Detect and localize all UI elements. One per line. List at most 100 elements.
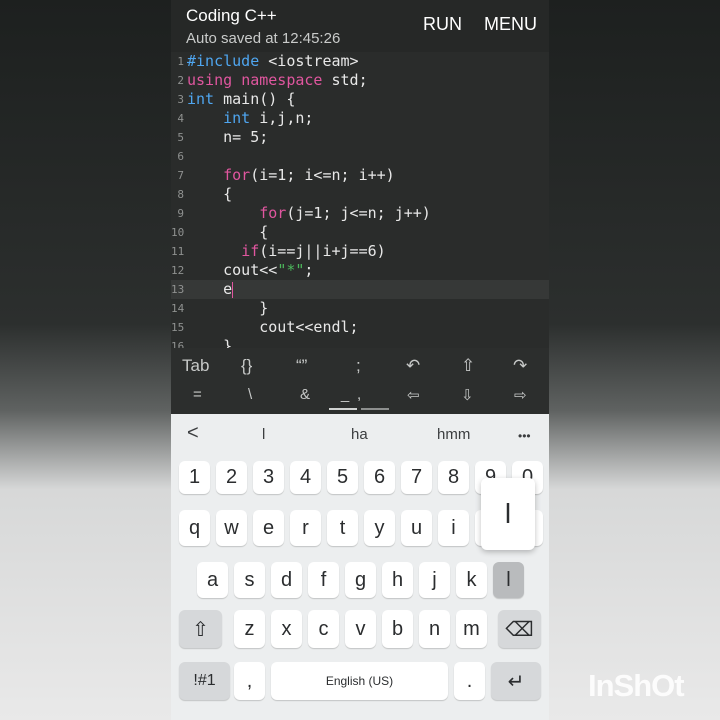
key-y[interactable]: y bbox=[364, 510, 395, 546]
comma-underline bbox=[361, 408, 389, 410]
key-q[interactable]: q bbox=[179, 510, 210, 546]
key-u[interactable]: u bbox=[401, 510, 432, 546]
key-preview-popup: l bbox=[481, 478, 535, 550]
arrow-down-icon[interactable]: ⇩ bbox=[461, 386, 474, 404]
code-text: n= 5; bbox=[187, 128, 269, 146]
code-line: 12 cout<<"*"; bbox=[171, 261, 549, 280]
run-button[interactable]: RUN bbox=[423, 14, 462, 35]
key-h[interactable]: h bbox=[382, 562, 413, 598]
current-code-line: 13 e bbox=[171, 280, 549, 299]
period-key[interactable]: . bbox=[454, 662, 485, 700]
key-r[interactable]: r bbox=[290, 510, 321, 546]
key-g[interactable]: g bbox=[345, 562, 376, 598]
key-l[interactable]: l bbox=[493, 562, 524, 598]
code-line: 6 bbox=[171, 147, 549, 166]
key-4[interactable]: 4 bbox=[290, 461, 321, 494]
soft-keyboard: < l ha hmm ••• 1 2 3 4 5 6 7 8 9 0 q w e… bbox=[171, 414, 549, 720]
key-5[interactable]: 5 bbox=[327, 461, 358, 494]
key-e[interactable]: e bbox=[253, 510, 284, 546]
code-line: 5 n= 5; bbox=[171, 128, 549, 147]
line-number: 5 bbox=[177, 131, 184, 144]
key-3[interactable]: 3 bbox=[253, 461, 284, 494]
line-number: 10 bbox=[171, 226, 185, 239]
symbols-button[interactable]: !#1 bbox=[179, 662, 230, 700]
line-number: 9 bbox=[177, 207, 184, 220]
line-number: 12 bbox=[171, 264, 185, 277]
text-cursor bbox=[232, 281, 234, 298]
more-options-icon[interactable]: ••• bbox=[518, 429, 531, 443]
suggestion-1[interactable]: l bbox=[262, 426, 265, 443]
semicolon-key[interactable]: ; bbox=[356, 356, 361, 376]
code-text: for(j=1; j<=n; j++) bbox=[259, 204, 431, 222]
redo-icon[interactable]: ↷ bbox=[513, 356, 527, 376]
key-1[interactable]: 1 bbox=[179, 461, 210, 494]
code-line: 11 if(i==j||i+j==6) bbox=[171, 242, 549, 261]
app-title: Coding C++ bbox=[186, 6, 277, 25]
key-z[interactable]: z bbox=[234, 610, 265, 648]
menu-button[interactable]: MENU bbox=[484, 14, 537, 35]
line-number: 2 bbox=[177, 74, 184, 87]
suggestion-3[interactable]: hmm bbox=[437, 426, 470, 443]
underscore-key[interactable]: _ bbox=[334, 386, 356, 403]
suggestion-2[interactable]: ha bbox=[351, 426, 368, 443]
code-text: #include <iostream> bbox=[187, 52, 359, 70]
code-text: { bbox=[187, 223, 269, 241]
key-s[interactable]: s bbox=[234, 562, 265, 598]
arrow-left-icon[interactable]: ⇦ bbox=[407, 386, 420, 404]
key-8[interactable]: 8 bbox=[438, 461, 469, 494]
braces-key[interactable]: {} bbox=[241, 356, 252, 376]
key-d[interactable]: d bbox=[271, 562, 302, 598]
undo-icon[interactable]: ↶ bbox=[406, 356, 420, 376]
code-line: 16 } bbox=[171, 337, 549, 348]
line-number: 3 bbox=[177, 93, 184, 106]
space-bar[interactable]: English (US) bbox=[271, 662, 448, 700]
phone-screen: Coding C++ Auto saved at 12:45:26 RUN ME… bbox=[171, 0, 549, 720]
line-number: 11 bbox=[171, 245, 185, 258]
line-number: 1 bbox=[177, 55, 184, 68]
key-w[interactable]: w bbox=[216, 510, 247, 546]
code-text: cout<<"*"; bbox=[187, 261, 314, 279]
equals-key[interactable]: = bbox=[193, 386, 202, 403]
arrow-up-icon[interactable]: ⇧ bbox=[461, 356, 475, 376]
code-text: e bbox=[187, 280, 234, 298]
key-6[interactable]: 6 bbox=[364, 461, 395, 494]
backslash-key[interactable]: \ bbox=[248, 386, 252, 403]
shift-icon[interactable]: ⇧ bbox=[179, 610, 222, 648]
code-line: 14 } bbox=[171, 299, 549, 318]
key-7[interactable]: 7 bbox=[401, 461, 432, 494]
line-number: 8 bbox=[177, 188, 184, 201]
collapse-suggestions-icon[interactable]: < bbox=[187, 422, 199, 445]
underscore-underline bbox=[329, 408, 357, 410]
code-text: int i,j,n; bbox=[223, 109, 314, 127]
code-text: using namespace std; bbox=[187, 71, 368, 89]
quotes-key[interactable]: “” bbox=[296, 356, 307, 376]
key-m[interactable]: m bbox=[456, 610, 487, 648]
autosave-status: Auto saved at 12:45:26 bbox=[186, 30, 341, 47]
key-x[interactable]: x bbox=[271, 610, 302, 648]
code-text: cout<<endl; bbox=[187, 318, 359, 336]
key-v[interactable]: v bbox=[345, 610, 376, 648]
key-j[interactable]: j bbox=[419, 562, 450, 598]
code-text: for(i=1; i<=n; i++) bbox=[223, 166, 395, 184]
line-number: 14 bbox=[171, 302, 185, 315]
key-a[interactable]: a bbox=[197, 562, 228, 598]
key-i[interactable]: i bbox=[438, 510, 469, 546]
code-editor[interactable]: 1 #include <iostream> 2 using namespace … bbox=[171, 52, 549, 348]
comma-key-keyboard[interactable]: , bbox=[234, 662, 265, 700]
arrow-right-icon[interactable]: ⇨ bbox=[514, 386, 527, 404]
line-number: 7 bbox=[177, 169, 184, 182]
tab-key[interactable]: Tab bbox=[182, 356, 209, 376]
key-f[interactable]: f bbox=[308, 562, 339, 598]
key-c[interactable]: c bbox=[308, 610, 339, 648]
enter-icon[interactable]: ↵ bbox=[491, 662, 541, 700]
watermark-logo: InShOt bbox=[588, 668, 685, 703]
key-t[interactable]: t bbox=[327, 510, 358, 546]
key-n[interactable]: n bbox=[419, 610, 450, 648]
backspace-icon[interactable]: ⌫ bbox=[498, 610, 541, 648]
comma-key[interactable]: , bbox=[357, 386, 361, 403]
code-text: if(i==j||i+j==6) bbox=[241, 242, 386, 260]
ampersand-key[interactable]: & bbox=[300, 386, 310, 403]
key-2[interactable]: 2 bbox=[216, 461, 247, 494]
key-b[interactable]: b bbox=[382, 610, 413, 648]
key-k[interactable]: k bbox=[456, 562, 487, 598]
